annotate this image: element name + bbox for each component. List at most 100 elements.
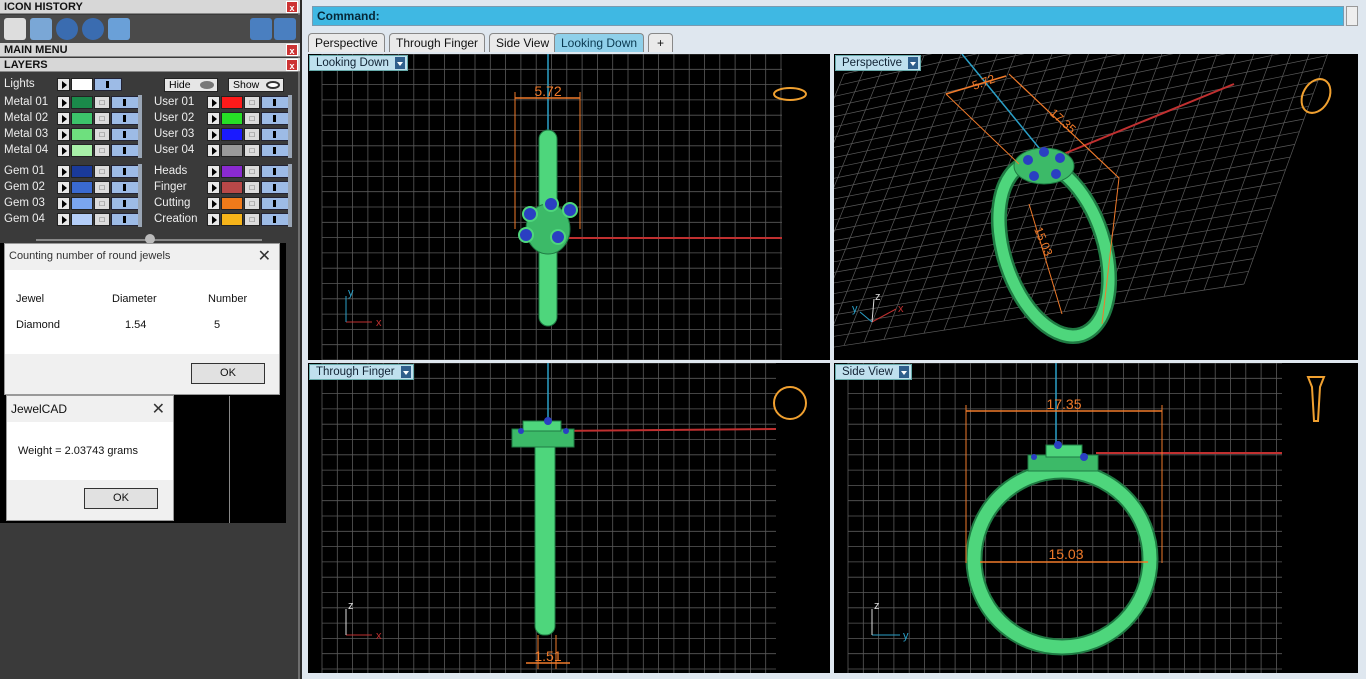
layer-color-swatch[interactable] [221,96,243,109]
viewport-label[interactable]: Perspective [835,55,922,71]
viewport-looking-down[interactable]: 5.72 y x Looking Down [308,54,830,360]
layer-row[interactable]: Gem 03 □ [4,196,140,211]
lock-icon[interactable]: □ [94,112,110,125]
command-scrollbar[interactable] [1346,6,1358,26]
layer-color-swatch[interactable] [71,213,93,226]
expand-icon[interactable] [207,213,220,226]
layer-row[interactable]: Gem 02 □ [4,180,140,195]
lock-icon[interactable]: □ [94,96,110,109]
expand-icon[interactable] [57,181,70,194]
layer-row[interactable]: Metal 02 □ [4,111,140,126]
lock-icon[interactable]: □ [244,213,260,226]
tab-through-finger[interactable]: Through Finger [389,33,486,52]
layer-color-swatch[interactable] [221,128,243,141]
layer-row[interactable]: Metal 04 □ [4,143,140,158]
layer-row[interactable]: Finger □ [154,180,290,195]
tab-looking-down[interactable]: Looking Down [554,33,645,52]
layer-color-swatch[interactable] [221,144,243,157]
visibility-toggle[interactable] [261,181,289,194]
layer-row[interactable]: Metal 03 □ [4,127,140,142]
visibility-toggle[interactable] [261,144,289,157]
layer-row[interactable]: Heads □ [154,164,290,179]
visibility-toggle[interactable] [111,213,139,226]
visibility-toggle[interactable] [261,128,289,141]
viewport-label[interactable]: Looking Down [309,55,408,71]
expand-icon[interactable] [207,181,220,194]
visibility-toggle[interactable] [261,197,289,210]
lock-icon[interactable]: □ [244,96,260,109]
rotate-right-icon[interactable] [82,18,104,40]
visibility-toggle[interactable] [261,213,289,226]
lock-icon[interactable]: □ [94,181,110,194]
expand-icon[interactable] [57,197,70,210]
layer-row[interactable]: User 01 □ [154,95,290,110]
tab-perspective[interactable]: Perspective [308,33,385,52]
expand-icon[interactable] [57,165,70,178]
close-icon[interactable]: x [286,59,298,71]
command-bar[interactable]: Command: [312,6,1344,26]
lock-icon[interactable]: □ [244,197,260,210]
rotate-left-icon[interactable] [56,18,78,40]
viewport-label[interactable]: Side View [835,364,912,380]
visibility-toggle[interactable] [261,96,289,109]
layers-header[interactable]: LAYERS x [0,58,300,72]
close-icon[interactable]: x [286,44,298,56]
visibility-toggle[interactable] [111,197,139,210]
lock-icon[interactable]: □ [244,181,260,194]
expand-icon[interactable] [57,78,70,91]
expand-icon[interactable] [207,96,220,109]
layer-color-swatch[interactable] [71,181,93,194]
expand-icon[interactable] [207,165,220,178]
ok-button[interactable]: OK [84,488,158,509]
layer-row[interactable]: User 04 □ [154,143,290,158]
chevron-down-icon[interactable] [394,57,405,69]
layer-color-swatch[interactable] [71,197,93,210]
layer-row[interactable]: Gem 04 □ [4,212,140,227]
viewport-label[interactable]: Through Finger [309,364,414,380]
add-tab-button[interactable]: + [648,33,674,52]
layer-color-swatch[interactable] [71,78,93,91]
viewport-through-finger[interactable]: 1.51 z x Through Finger [308,363,830,673]
viewport-side-view[interactable]: 17.35 15.03 z y Side View [834,363,1358,673]
hide-button[interactable]: Hide [164,78,218,92]
grid-icon[interactable] [30,18,52,40]
expand-icon[interactable] [57,144,70,157]
lock-icon[interactable]: □ [94,144,110,157]
visibility-toggle[interactable] [111,165,139,178]
lock-icon[interactable]: □ [244,128,260,141]
layer-color-swatch[interactable] [221,197,243,210]
new-file-icon[interactable] [4,18,26,40]
expand-icon[interactable] [57,128,70,141]
expand-icon[interactable] [207,144,220,157]
layer-color-swatch[interactable] [71,128,93,141]
lock-icon[interactable]: □ [94,197,110,210]
visibility-toggle[interactable] [111,181,139,194]
layer-row[interactable]: Gem 01 □ [4,164,140,179]
layer-color-swatch[interactable] [221,112,243,125]
expand-icon[interactable] [207,197,220,210]
chevron-down-icon[interactable] [908,57,919,69]
lock-icon[interactable]: □ [94,213,110,226]
lock-icon[interactable]: □ [244,144,260,157]
layer-row[interactable]: Metal 01 □ [4,95,140,110]
expand-icon[interactable] [207,112,220,125]
visibility-toggle[interactable] [94,78,122,91]
open-folder-icon[interactable] [108,18,130,40]
close-icon[interactable]: ✕ [152,399,165,419]
layer-row[interactable]: User 03 □ [154,127,290,142]
close-icon[interactable]: x [286,1,298,13]
layer-color-swatch[interactable] [221,181,243,194]
layer-color-swatch[interactable] [221,165,243,178]
chevron-down-icon[interactable] [400,366,411,378]
lock-icon[interactable]: □ [94,165,110,178]
viewport-perspective[interactable]: 5.72 17.35 15.03 z x y Perspective [834,54,1358,360]
visibility-toggle[interactable] [111,112,139,125]
expand-icon[interactable] [207,128,220,141]
tab-side-view[interactable]: Side View [489,33,557,52]
layer-row-lights[interactable]: Lights [4,77,144,92]
main-menu-header[interactable]: MAIN MENU x [0,43,300,57]
icon-history-header[interactable]: ICON HISTORY x [0,0,300,14]
layer-color-swatch[interactable] [71,144,93,157]
visibility-toggle[interactable] [261,112,289,125]
expand-icon[interactable] [57,96,70,109]
